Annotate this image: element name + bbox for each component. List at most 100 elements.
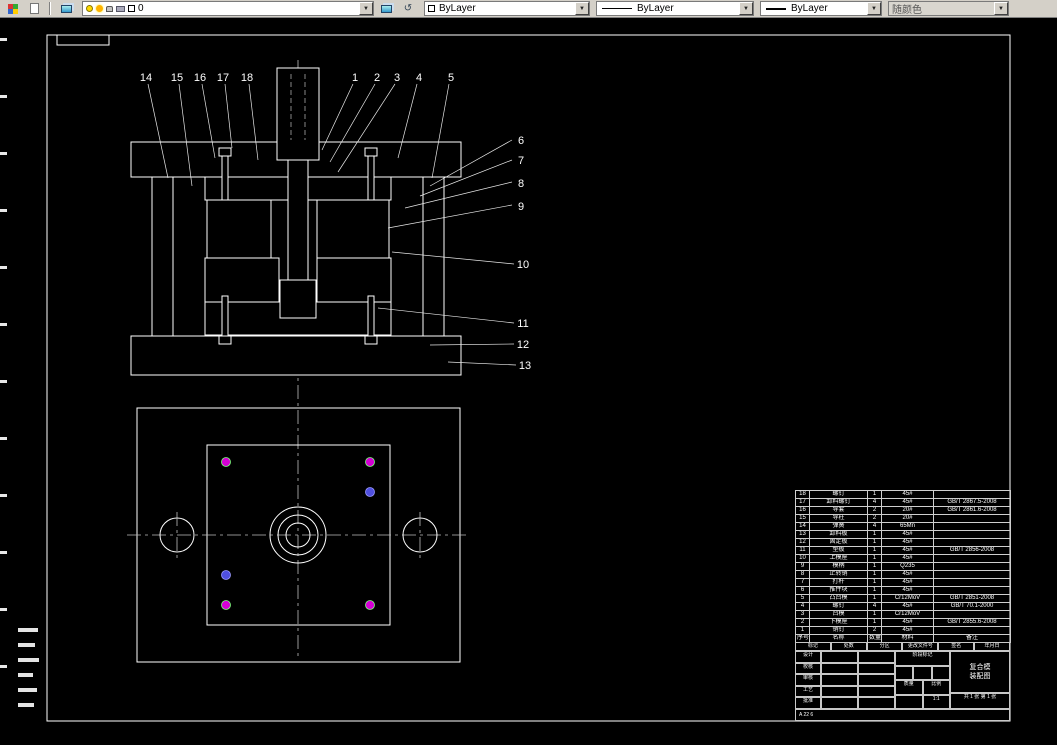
scale-value: 1:1 [922,694,950,709]
date-cell [858,674,895,686]
layer-on-bulb-icon [86,5,93,12]
parts-table-cell: 45# [881,602,934,611]
parts-table-cell: 11 [795,546,810,555]
parts-table-row: 10 上模座 1 45# [795,554,1011,563]
parts-table-cell [933,490,1011,499]
color-dropdown[interactable]: ByLayer ▼ [424,1,590,16]
parts-table-cell: 45# [881,530,934,539]
parts-table-cell: 45# [881,490,934,499]
lineweight-dropdown[interactable]: ByLayer ▼ [760,1,882,16]
parts-table-cell [933,570,1011,579]
parts-table-cell: Cr12MoV [881,594,934,603]
parts-table-cell: GB/T 2867.5-2008 [933,498,1011,507]
parts-table-cell: 1 [867,578,882,587]
scale-label: 比例 [922,680,950,695]
signature-label: 校核 [795,662,821,675]
callout-label: 6 [518,135,524,147]
make-layer-current-button[interactable] [376,1,396,16]
signature-label: 批准 [795,697,821,709]
chevron-down-icon[interactable]: ▼ [359,2,373,15]
parts-table-cell: GB/T 2856-2008 [933,546,1011,555]
parts-table-cell: 1 [795,626,810,635]
linetype-sample-icon [602,8,632,9]
parts-table-cell: 1 [867,530,882,539]
parts-table-cell: GB/T 70.1-2000 [933,602,1011,611]
drawing-title: 复合模 装配图 [950,651,1010,693]
callout-label: 9 [518,201,524,213]
footer-note: A 22 6 [795,709,1010,721]
signature-rows: 设计 校核 审核 工艺 批准 [795,651,895,709]
parts-table-row: 5 凸凹模 1 Cr12MoV GB/T 2851-2008 [795,594,1011,603]
parts-table-cell [933,522,1011,531]
layer-previous-icon: ↺ [403,2,413,14]
layer-lock-icon [106,5,113,12]
parts-table-cell: 2 [795,618,810,627]
callout-label: 11 [517,318,528,330]
parts-table-cell [933,586,1011,595]
layer-previous-button[interactable]: ↺ [398,1,418,16]
date-cell [858,651,895,663]
chevron-down-icon[interactable]: ▼ [739,2,753,15]
parts-table-row: 16 导套 2 20# GB/T 2861.6-2008 [795,506,1011,515]
layer-dropdown[interactable]: 0 ▼ [82,1,374,16]
model-space-canvas[interactable]: 14 15 16 17 18 1 2 3 4 5 6 7 8 9 10 11 1… [0,18,1057,745]
layer-plot-icon [116,5,125,12]
signature-row: 设计 [795,651,895,663]
plot-style-value: 随颜色 [892,5,922,16]
parts-table-cell: 导柱 [809,514,868,523]
callout-label: 4 [416,72,422,84]
linetype-dropdown[interactable]: ByLayer ▼ [596,1,754,16]
parts-table-cell: GB/T 2861.6-2008 [933,506,1011,515]
parts-table-cell [933,578,1011,587]
parts-table-cell: 止转销 [809,570,868,579]
parts-table-cell: 打杆 [809,578,868,587]
signature-label: 设计 [795,651,821,663]
lineweight-sample-icon [766,7,786,10]
parts-table-cell: 4 [867,602,882,611]
signature-cell [821,651,858,663]
parts-table-cell: 上模座 [809,554,868,563]
stage-label: 阶段标记 [895,651,950,666]
callout-label: 1 [352,72,358,84]
parts-table-cell: 18 [795,490,810,499]
parts-table-cell: 3 [795,610,810,619]
parts-table-cell: 15 [795,514,810,523]
callout-label: 3 [394,72,400,84]
parts-table-cell: 1 [867,570,882,579]
callout-label: 15 [171,72,183,84]
parts-table-cell: 2 [867,514,882,523]
parts-table-cell: 45# [881,546,934,555]
parts-table-cell: 凸凹模 [809,594,868,603]
parts-table-row: 8 止转销 1 45# [795,570,1011,579]
mass-label: 质量 [895,680,923,695]
parts-table-row: 13 卸料板 1 45# [795,530,1011,539]
parts-table-cell: 45# [881,538,934,547]
signature-cell [821,674,858,686]
stage-scale-block: 阶段标记 质量 比例 1:1 [895,651,950,709]
object-properties-toolbar: 0 ▼ ↺ ByLayer ▼ ByLayer ▼ ByLayer ▼ 随颜色 … [0,0,1057,18]
chevron-down-icon[interactable]: ▼ [867,2,881,15]
drawing-title-block: 复合模 装配图 共 1 张 第 1 张 [950,651,1010,709]
parts-table-cell: 模柄 [809,562,868,571]
signature-row: 校核 [795,662,895,675]
chevron-down-icon: ▼ [994,2,1008,15]
layer-manager-button[interactable] [2,1,22,16]
parts-table-cell: 45# [881,570,934,579]
parts-table-cell: 4 [867,522,882,531]
parts-table-cell: 下模座 [809,618,868,627]
layer-properties-button[interactable] [56,1,76,16]
parts-table-row: 4 螺钉 4 45# GB/T 70.1-2000 [795,602,1011,611]
callout-label: 10 [517,259,529,271]
new-sheet-button[interactable] [24,1,44,16]
chevron-down-icon[interactable]: ▼ [575,2,589,15]
parts-table-cell: 20# [881,506,934,515]
parts-table-cell: 65Mn [881,522,934,531]
parts-table-cell: 17 [795,498,810,507]
signature-cell [821,697,858,709]
parts-table-row: 17 卸料螺钉 4 45# GB/T 2867.5-2008 [795,498,1011,507]
parts-table-cell: 45# [881,578,934,587]
layer-name: 0 [138,3,144,14]
make-current-icon [380,4,392,13]
parts-table-cell: 2 [867,626,882,635]
layer-freeze-sun-icon [96,5,103,12]
